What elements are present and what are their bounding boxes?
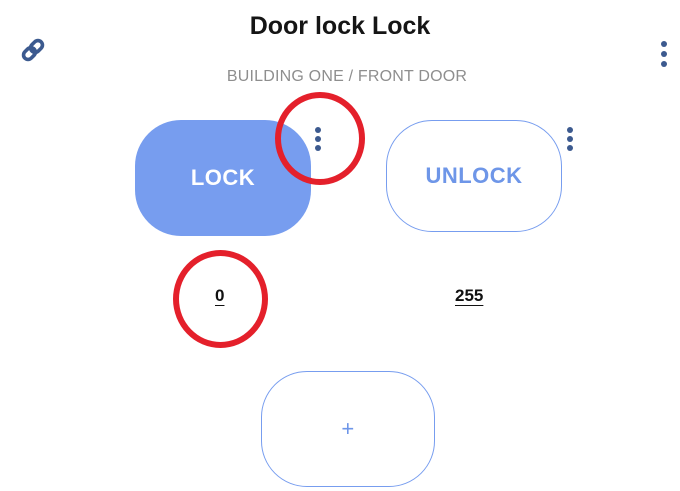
highlight-circle-lock-options [275, 92, 365, 185]
breadcrumb: BUILDING ONE / FRONT DOOR [226, 68, 468, 85]
add-button[interactable]: + [261, 371, 435, 487]
page-title: Door lock Lock [249, 12, 431, 40]
unlock-button[interactable]: UNLOCK [386, 120, 562, 232]
unlock-options-icon[interactable] [563, 127, 577, 151]
highlight-circle-lock-value [173, 250, 268, 348]
more-options-icon[interactable] [657, 41, 671, 67]
link-icon[interactable] [20, 37, 46, 63]
unlock-value[interactable]: 255 [455, 286, 483, 306]
